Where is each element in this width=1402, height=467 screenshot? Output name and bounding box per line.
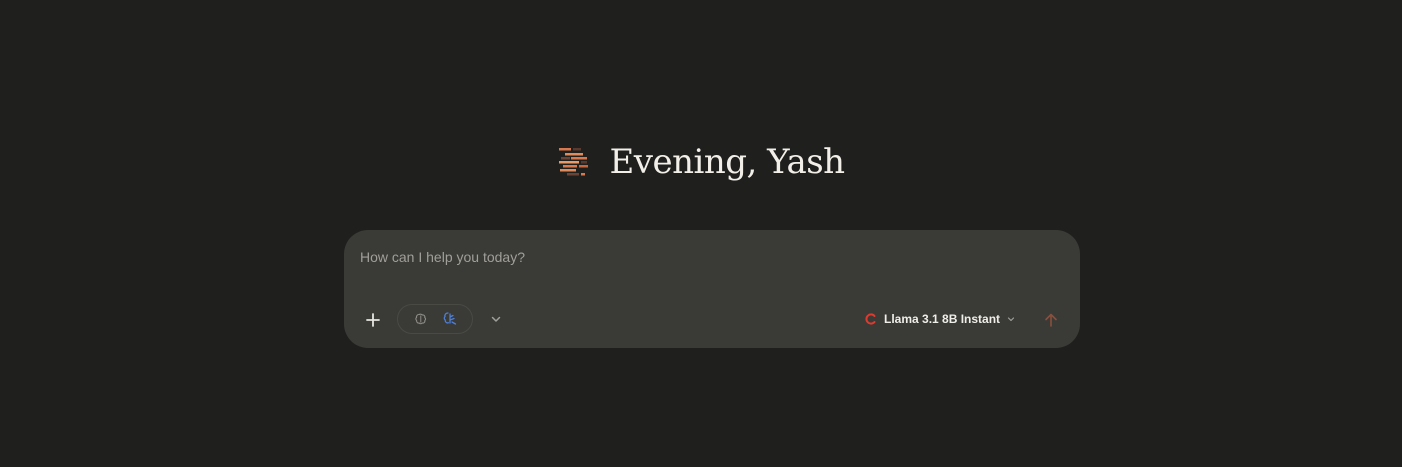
- prompt-input[interactable]: [360, 246, 1060, 268]
- sparkle-star-icon: [443, 312, 456, 325]
- arrow-up-icon: [1045, 313, 1057, 327]
- add-attachment-button[interactable]: [360, 307, 386, 333]
- chevron-down-icon: [491, 316, 501, 322]
- greeting-row: Evening, Yash: [0, 140, 1402, 184]
- model-selector[interactable]: Llama 3.1 8B Instant: [864, 309, 1016, 329]
- send-button[interactable]: [1038, 307, 1064, 333]
- more-options-button[interactable]: [487, 310, 505, 328]
- model-label: Llama 3.1 8B Instant: [884, 312, 1001, 326]
- brain-icon: [414, 313, 426, 325]
- page: Evening, Yash How can I help you today? …: [0, 0, 1402, 467]
- plus-icon: [366, 313, 380, 327]
- chevron-down-icon: [1007, 317, 1015, 322]
- thinking-tool-button[interactable]: [412, 310, 430, 328]
- greeting-title: Evening, Yash: [609, 142, 845, 182]
- extended-tool-button[interactable]: [441, 310, 459, 328]
- striped-bars-logo-icon: [559, 148, 589, 176]
- groq-c-logo-icon: [865, 313, 876, 325]
- chat-composer: Llama 3.1 8B Instant: [344, 230, 1080, 348]
- tools-toggle-group: [397, 304, 473, 334]
